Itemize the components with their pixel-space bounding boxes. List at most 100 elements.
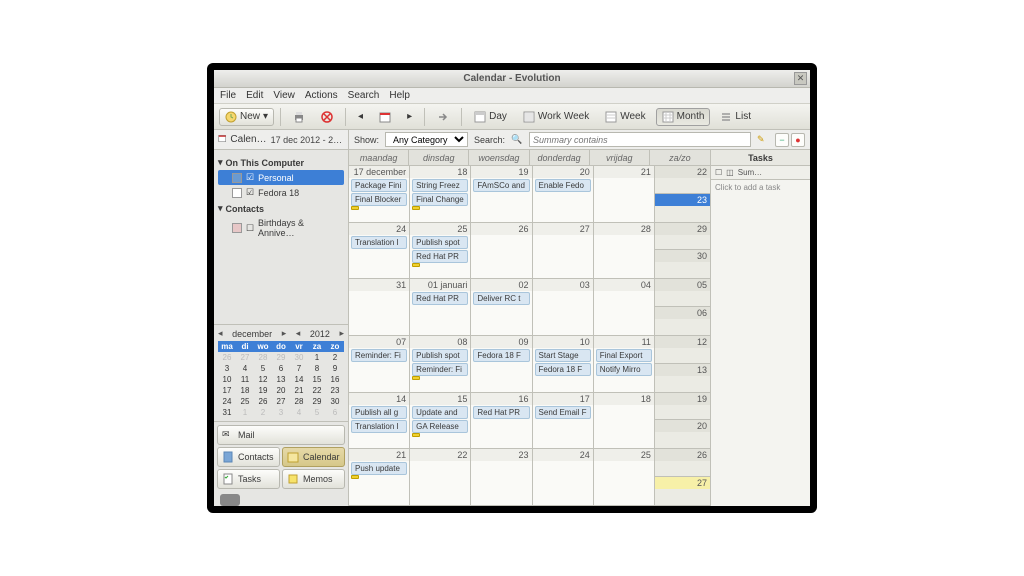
day-cell[interactable]: 21 xyxy=(594,166,655,222)
mini-day[interactable]: 30 xyxy=(326,396,344,407)
day-cell[interactable]: 19FAmSCo and xyxy=(471,166,532,222)
day-cell[interactable]: 21Push update xyxy=(349,449,410,505)
switcher-mail[interactable]: ✉Mail xyxy=(217,425,345,445)
goto-button[interactable] xyxy=(431,108,455,126)
new-button[interactable]: New ▾ xyxy=(219,108,274,126)
menu-edit[interactable]: Edit xyxy=(246,90,263,101)
day-cell[interactable]: 25Publish spotRed Hat PR xyxy=(410,223,471,279)
event-chip[interactable]: GA Release xyxy=(412,420,468,433)
mini-day[interactable]: 3 xyxy=(272,407,290,418)
mini-day[interactable]: 13 xyxy=(272,374,290,385)
menu-search[interactable]: Search xyxy=(348,90,380,101)
tree-group-header[interactable]: ▾On This Computer xyxy=(218,157,344,168)
weekend-cell[interactable]: 12 xyxy=(655,336,710,364)
delete-button[interactable] xyxy=(315,108,339,126)
mini-day[interactable]: 16 xyxy=(326,374,344,385)
task-col-summary[interactable]: Sum… xyxy=(738,168,762,177)
event-chip[interactable]: Deliver RC t xyxy=(473,292,529,305)
event-chip[interactable]: Package Fini xyxy=(351,179,407,192)
day-cell[interactable]: 09Fedora 18 F xyxy=(471,336,532,392)
event-chip[interactable]: Final Change xyxy=(412,193,468,206)
mini-day[interactable]: 22 xyxy=(308,385,326,396)
mini-day[interactable]: 6 xyxy=(272,363,290,374)
calendar-list-item[interactable]: ☑Fedora 18 xyxy=(218,185,344,200)
event-chip[interactable]: Translation I xyxy=(351,236,407,249)
day-cell[interactable]: 14Publish all gTranslation I xyxy=(349,393,410,449)
mini-day[interactable]: 31 xyxy=(218,407,236,418)
weekend-cell[interactable]: 06 xyxy=(655,307,710,335)
mini-day[interactable]: 26 xyxy=(254,396,272,407)
day-cell[interactable]: 22 xyxy=(410,449,471,505)
mini-day[interactable]: 11 xyxy=(236,374,254,385)
day-cell[interactable]: 17 decemberPackage FiniFinal Blocker xyxy=(349,166,410,222)
mini-day[interactable]: 4 xyxy=(290,407,308,418)
menu-help[interactable]: Help xyxy=(389,90,410,101)
day-cell[interactable]: 03 xyxy=(533,279,594,335)
day-cell[interactable]: 31 xyxy=(349,279,410,335)
day-cell[interactable]: 08Publish spotReminder: Fi xyxy=(410,336,471,392)
day-cell[interactable]: 18 xyxy=(594,393,655,449)
mini-day[interactable]: 25 xyxy=(236,396,254,407)
mini-day[interactable]: 3 xyxy=(218,363,236,374)
mini-next-year[interactable]: ▸ xyxy=(339,328,344,339)
today-button[interactable] xyxy=(373,108,397,126)
day-cell[interactable]: 18String FreezFinal Change xyxy=(410,166,471,222)
day-cell[interactable]: 15Update andGA Release xyxy=(410,393,471,449)
weekend-cell[interactable]: 27 xyxy=(655,477,710,505)
mini-day[interactable]: 28 xyxy=(254,352,272,363)
day-cell[interactable]: 02Deliver RC t xyxy=(471,279,532,335)
view-month-button[interactable]: Month xyxy=(656,108,711,126)
day-cell[interactable]: 23 xyxy=(471,449,532,505)
event-chip[interactable]: Enable Fedo xyxy=(535,179,591,192)
mini-day[interactable]: 29 xyxy=(272,352,290,363)
event-chip[interactable]: Final Export xyxy=(596,349,652,362)
menu-file[interactable]: File xyxy=(220,90,236,101)
next-button[interactable]: ▸ xyxy=(401,108,418,125)
mini-day[interactable]: 19 xyxy=(254,385,272,396)
menu-actions[interactable]: Actions xyxy=(305,90,338,101)
event-chip[interactable]: Publish all g xyxy=(351,406,407,419)
mini-day[interactable]: 4 xyxy=(236,363,254,374)
weekend-cell[interactable]: 29 xyxy=(655,223,710,251)
category-select[interactable]: Any Category xyxy=(385,132,468,147)
day-cell[interactable]: 11Final ExportNotify Mirro xyxy=(594,336,655,392)
view-day-button[interactable]: Day xyxy=(468,108,513,126)
mini-day[interactable]: 23 xyxy=(326,385,344,396)
weekend-cell[interactable]: 22 xyxy=(655,166,710,194)
day-cell[interactable]: 04 xyxy=(594,279,655,335)
event-chip[interactable]: Reminder: Fi xyxy=(351,349,407,362)
weekend-cell[interactable]: 05 xyxy=(655,279,710,307)
event-chip[interactable]: Notify Mirro xyxy=(596,363,652,376)
day-cell[interactable]: 17Send Email F xyxy=(533,393,594,449)
mini-day[interactable]: 28 xyxy=(290,396,308,407)
weekend-cell[interactable]: 20 xyxy=(655,420,710,448)
search-input[interactable] xyxy=(529,132,751,147)
event-chip[interactable]: Translation I xyxy=(351,420,407,433)
mini-day[interactable]: 30 xyxy=(290,352,308,363)
clear-search-icon[interactable]: ✎ xyxy=(757,134,769,146)
event-chip[interactable]: Reminder: Fi xyxy=(412,363,468,376)
prev-button[interactable]: ◂ xyxy=(352,108,369,125)
view-week-button[interactable]: Week xyxy=(599,108,651,126)
mini-day[interactable]: 8 xyxy=(308,363,326,374)
mini-day[interactable]: 1 xyxy=(308,352,326,363)
mini-day[interactable]: 2 xyxy=(254,407,272,418)
weekend-cell[interactable]: 23 xyxy=(655,194,710,222)
mini-day[interactable]: 24 xyxy=(218,396,236,407)
view-list-button[interactable]: List xyxy=(714,108,757,126)
mini-day[interactable]: 14 xyxy=(290,374,308,385)
day-cell[interactable]: 24Translation I xyxy=(349,223,410,279)
event-chip[interactable]: Start Stage xyxy=(535,349,591,362)
tree-group-header[interactable]: ▾Contacts xyxy=(218,203,344,214)
mini-day[interactable]: 5 xyxy=(254,363,272,374)
mini-next-month[interactable]: ▸ xyxy=(282,328,287,339)
mini-day[interactable]: 10 xyxy=(218,374,236,385)
mini-day[interactable]: 1 xyxy=(236,407,254,418)
event-chip[interactable]: Final Blocker xyxy=(351,193,407,206)
day-cell[interactable]: 07Reminder: Fi xyxy=(349,336,410,392)
day-cell[interactable]: 16Red Hat PR xyxy=(471,393,532,449)
event-chip[interactable]: Update and xyxy=(412,406,468,419)
day-cell[interactable]: 01 januariRed Hat PR xyxy=(410,279,471,335)
day-cell[interactable]: 25 xyxy=(594,449,655,505)
event-chip[interactable]: Red Hat PR xyxy=(473,406,529,419)
